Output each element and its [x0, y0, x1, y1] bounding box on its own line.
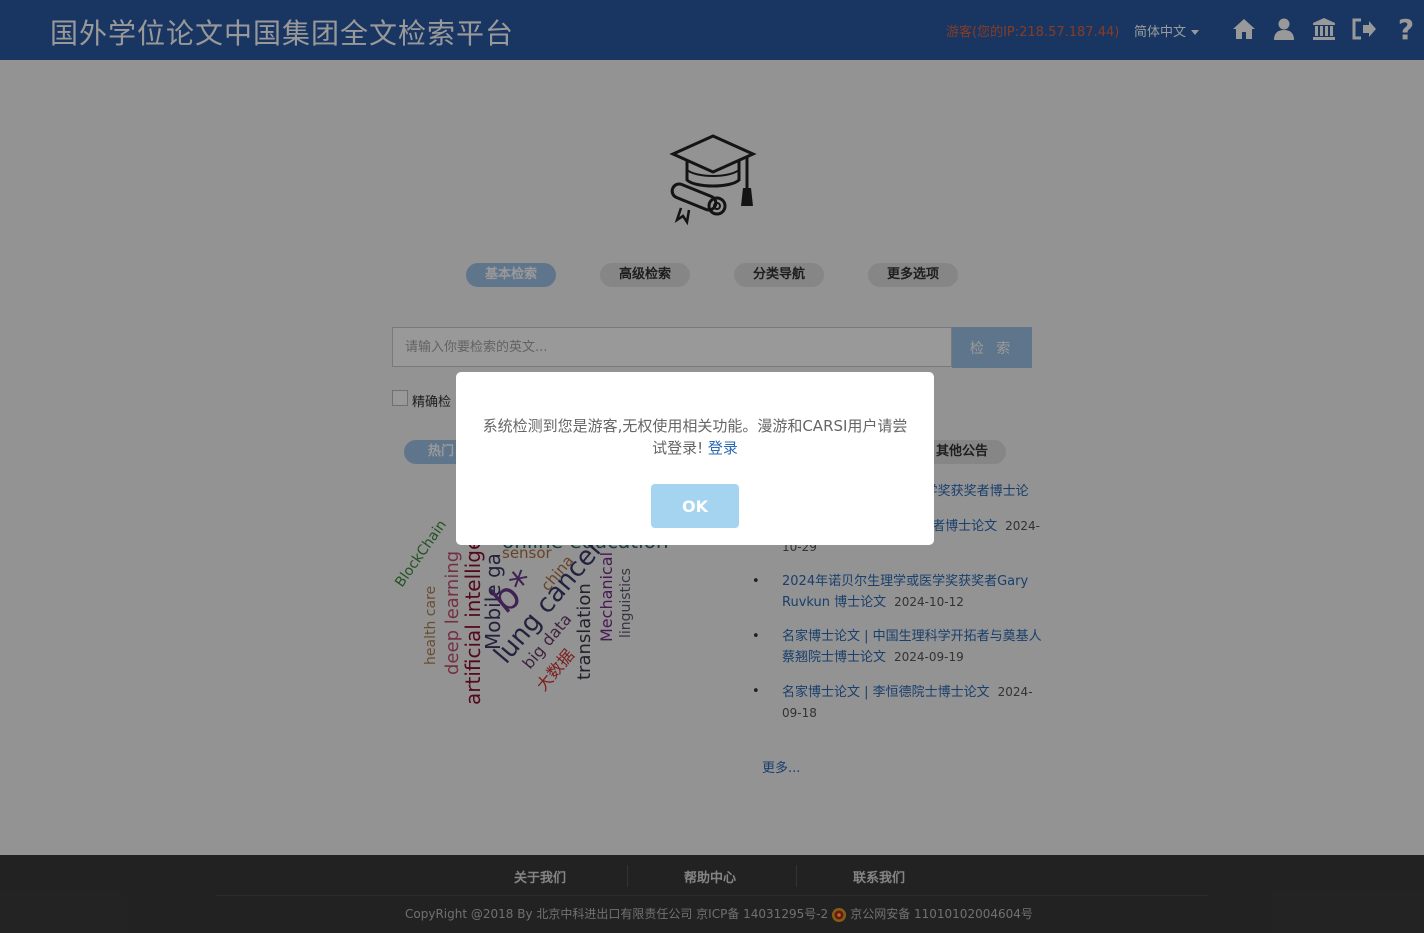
- dialog-message: 系统检测到您是游客,无权使用相关功能。漫游和CARSI用户请尝试登录! 登录: [482, 417, 908, 457]
- login-link[interactable]: 登录: [708, 439, 738, 457]
- guest-alert-dialog: 系统检测到您是游客,无权使用相关功能。漫游和CARSI用户请尝试登录! 登录 O…: [456, 372, 934, 545]
- ok-button[interactable]: OK: [651, 484, 739, 528]
